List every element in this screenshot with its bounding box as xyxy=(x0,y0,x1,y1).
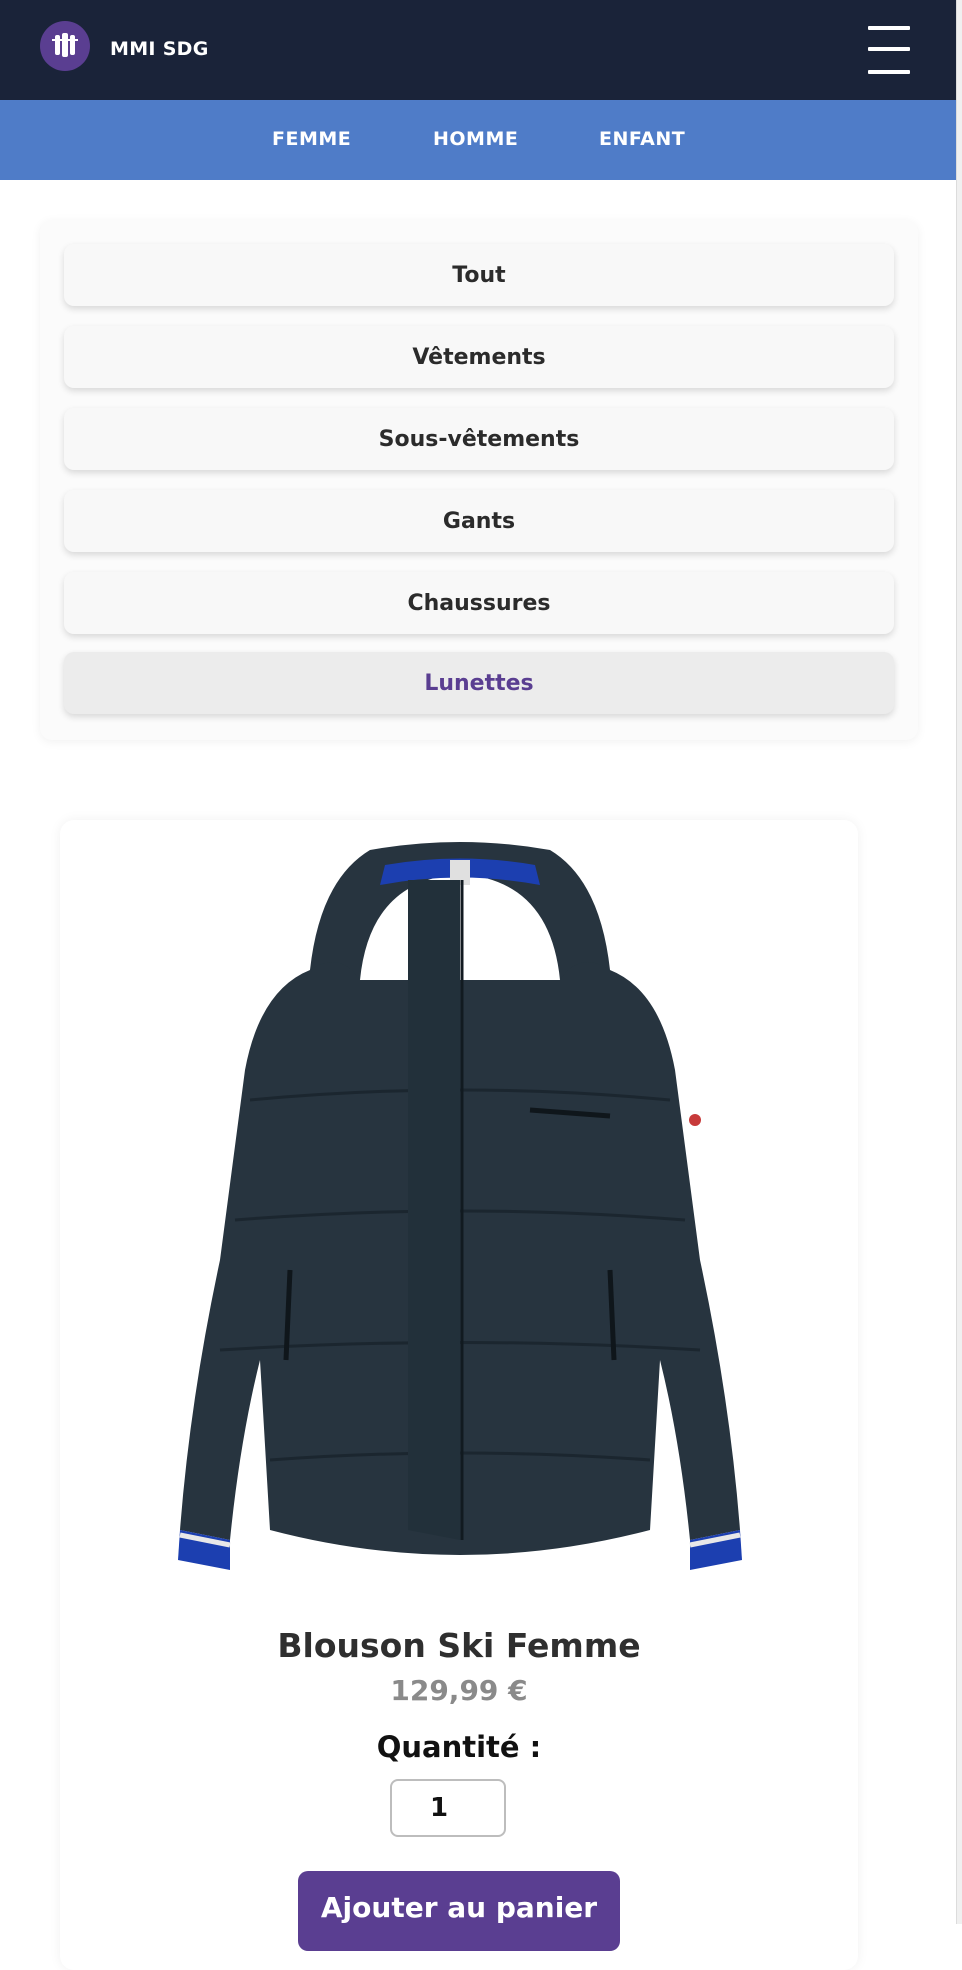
filter-chaussures[interactable]: Chaussures xyxy=(64,572,894,634)
scrollbar[interactable] xyxy=(956,0,962,1924)
logo-icon[interactable] xyxy=(40,21,90,71)
filter-vetements[interactable]: Vêtements xyxy=(64,326,894,388)
filter-sous-vetements[interactable]: Sous-vêtements xyxy=(64,408,894,470)
nav-femme[interactable]: FEMME xyxy=(272,128,351,150)
brand-name[interactable]: MMI SDG xyxy=(110,38,209,60)
add-to-cart-button[interactable]: Ajouter au panier xyxy=(298,1871,620,1951)
nav-enfant[interactable]: ENFANT xyxy=(599,128,685,150)
nav-homme[interactable]: HOMME xyxy=(433,128,518,150)
quantity-input[interactable] xyxy=(390,1779,506,1837)
category-nav: FEMME HOMME ENFANT xyxy=(0,100,956,180)
filter-tout[interactable]: Tout xyxy=(64,244,894,306)
product-price: 129,99 € xyxy=(390,1674,528,1707)
filter-lunettes[interactable]: Lunettes xyxy=(64,652,894,714)
top-bar: MMI SDG xyxy=(0,0,962,100)
ski-jacket-image[interactable] xyxy=(150,840,770,1600)
product-name: Blouson Ski Femme xyxy=(277,1626,641,1665)
quantity-label: Quantité : xyxy=(376,1730,542,1764)
filter-gants[interactable]: Gants xyxy=(64,490,894,552)
hamburger-menu-icon[interactable] xyxy=(868,26,910,74)
